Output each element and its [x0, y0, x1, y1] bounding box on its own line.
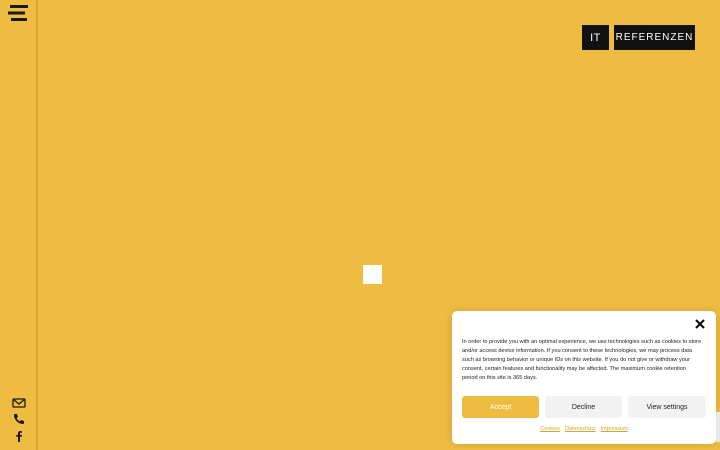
- decline-button[interactable]: Decline: [545, 396, 622, 418]
- language-button[interactable]: IT: [582, 25, 609, 50]
- facebook-icon[interactable]: [12, 429, 26, 443]
- cookie-links: Cookies Datenschutz Impressum: [452, 426, 716, 432]
- cookie-consent-banner: In order to provide you with an optimal …: [452, 311, 716, 444]
- envelope-icon[interactable]: [12, 396, 26, 410]
- close-icon[interactable]: [694, 318, 706, 330]
- datenschutz-link[interactable]: Datenschutz: [565, 426, 596, 432]
- accept-button[interactable]: Accept: [462, 396, 539, 418]
- hamburger-menu-icon[interactable]: [7, 4, 29, 22]
- view-settings-button[interactable]: View settings: [628, 396, 706, 418]
- references-button[interactable]: REFERENZEN: [614, 25, 695, 50]
- cookies-link[interactable]: Cookies: [540, 426, 560, 432]
- recaptcha-badge[interactable]: [716, 412, 720, 442]
- impressum-link[interactable]: Impressum: [601, 426, 628, 432]
- cookie-description: In order to provide you with an optimal …: [462, 339, 702, 382]
- left-sidebar: [0, 0, 38, 450]
- page: IT REFERENZEN In order to provide you wi…: [0, 0, 720, 450]
- loading-indicator: [363, 265, 382, 284]
- phone-icon[interactable]: [12, 412, 26, 426]
